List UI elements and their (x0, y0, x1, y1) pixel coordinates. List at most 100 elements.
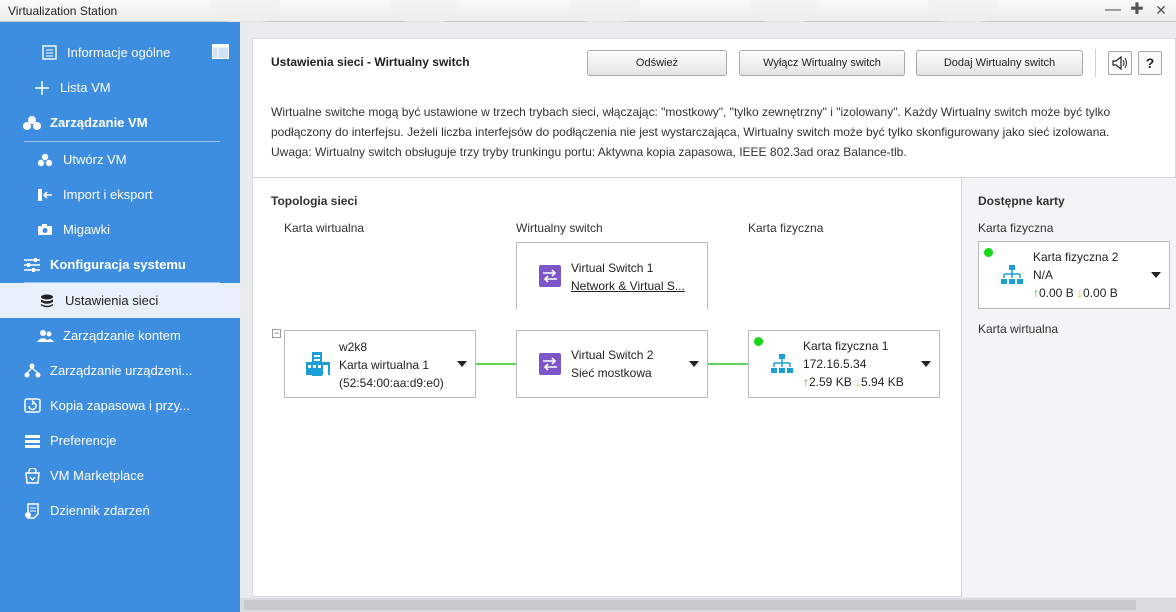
sidebar-item-label: Preferencje (50, 433, 117, 448)
switch-name: Virtual Switch 1 (571, 261, 654, 275)
toolbar-divider (1095, 49, 1096, 77)
speaker-button[interactable] (1108, 51, 1132, 75)
available-physical-adapter-card[interactable]: Karta fizyczna 2 N/A ↑0.00 B ↓0.00 B (978, 241, 1170, 309)
sidebar-item-label: Zarządzanie VM (50, 115, 148, 130)
upload-value: 0.00 B (1039, 286, 1074, 300)
sidebar-item-import-export[interactable]: Import i eksport (0, 177, 240, 212)
column-virtual-switch: Wirtualny switch (516, 221, 603, 235)
window-title: Virtualization Station (8, 4, 118, 18)
ip-address: 172.16.5.34 (803, 357, 867, 371)
ip-address: N/A (1033, 268, 1054, 282)
switch-name: Virtual Switch 2 (571, 348, 654, 362)
background-app-icon (210, 0, 280, 22)
sidebar-item-network-settings[interactable]: Ustawienia sieci (0, 283, 240, 318)
connection-line (476, 363, 516, 365)
help-button[interactable]: ? (1138, 51, 1162, 75)
chevron-down-icon[interactable] (921, 361, 931, 367)
status-dot (754, 337, 763, 346)
maximize-button[interactable]: ✚ (1126, 0, 1148, 22)
marketplace-icon (23, 467, 41, 485)
add-virtual-switch-button[interactable]: Dodaj Wirtualny switch (916, 50, 1083, 76)
sidebar-item-label: VM Marketplace (50, 468, 144, 483)
physical-adapter-name: Karta fizyczna 2 (1033, 250, 1119, 264)
sliders-icon (23, 256, 41, 274)
physical-adapter-name: Karta fizyczna 1 (803, 339, 889, 353)
virtual-adapter-name: Karta wirtualna 1 (339, 358, 430, 372)
log-icon (23, 502, 41, 520)
topology-title: Topologia sieci (271, 194, 358, 208)
sidebar-item-snapshots[interactable]: Migawki (0, 212, 240, 247)
horizontal-scrollbar[interactable] (240, 598, 1176, 612)
chevron-down-icon[interactable] (457, 361, 467, 367)
switch-icon (539, 265, 561, 287)
main-panel: Ustawienia sieci - Wirtualny switch Odśw… (252, 38, 1176, 597)
description-line: Uwaga: Wirtualny switch obsługuje trzy t… (271, 145, 907, 159)
sidebar-item-vm-marketplace[interactable]: VM Marketplace (0, 458, 240, 493)
chevron-down-icon[interactable] (1151, 272, 1161, 278)
users-icon (36, 327, 54, 345)
sidebar-item-event-log[interactable]: Dziennik zdarzeń (0, 493, 240, 528)
network-icon (1001, 265, 1023, 284)
description: Wirtualne switche mogą być ustawione w t… (271, 102, 1161, 162)
close-button[interactable]: ✕ (1150, 0, 1172, 22)
column-physical-adapter: Karta fizyczna (748, 221, 824, 235)
sidebar-item-label: Zarządzanie urządzeni... (50, 363, 193, 378)
sidebar-item-create-vm[interactable]: Utwórz VM (0, 142, 240, 177)
sidebar-item-label: Import i eksport (63, 187, 153, 202)
import-export-icon (36, 186, 54, 204)
virtual-switch-card[interactable]: Virtual Switch 2 Sieć mostkowa (516, 330, 708, 398)
background-app-icon (928, 0, 998, 22)
sidebar-item-overview[interactable]: Informacje ogólne (0, 35, 240, 70)
disable-virtual-switch-button[interactable]: Wyłącz Wirtualny switch (739, 50, 905, 76)
chevron-down-icon[interactable] (689, 361, 699, 367)
download-value: 5.94 KB (861, 375, 904, 389)
sidebar-item-vm-management[interactable]: Zarządzanie VM (0, 105, 240, 140)
description-line: podłączony do interfejsu. Jeżeli liczba … (271, 125, 1110, 139)
collapse-toggle[interactable]: − (272, 329, 281, 338)
network-icon (771, 354, 793, 373)
virtual-machine-icon (306, 352, 330, 376)
title-bar: Virtualization Station — ✚ ✕ (0, 0, 1176, 22)
download-value: 0.00 B (1083, 286, 1118, 300)
page-title: Ustawienia sieci - Wirtualny switch (271, 55, 470, 69)
virtual-switch-card[interactable]: Virtual Switch 1 Network & Virtual S... (516, 242, 708, 309)
available-adapters-panel: Dostępne karty Karta fizyczna Karta fizy… (961, 178, 1176, 597)
sidebar-item-vm-list[interactable]: Lista VM (0, 70, 240, 105)
sidebar-item-label: Informacje ogólne (67, 45, 171, 60)
column-virtual-adapter: Karta wirtualna (284, 221, 365, 235)
sidebar-item-preferences[interactable]: Preferencje (0, 423, 240, 458)
sidebar-item-backup-restore[interactable]: Kopia zapasowa i przy... (0, 388, 240, 423)
sidebar-item-label: Konfiguracja systemu (50, 257, 186, 272)
switch-mode: Sieć mostkowa (571, 366, 652, 380)
sidebar-item-label: Kopia zapasowa i przy... (50, 398, 190, 413)
description-line: Wirtualne switche mogą być ustawione w t… (271, 105, 1111, 119)
traffic-stats: ↑0.00 B ↓0.00 B (1033, 286, 1118, 300)
traffic-stats: ↑2.59 KB ↓5.94 KB (803, 375, 904, 389)
refresh-button[interactable]: Odśwież (587, 50, 727, 76)
sidebar-item-label: Utwórz VM (63, 152, 127, 167)
minimize-button[interactable]: — (1102, 0, 1124, 22)
sidebar-item-device-management[interactable]: Zarządzanie urządzeni... (0, 353, 240, 388)
physical-adapter-card[interactable]: Karta fizyczna 1 172.16.5.34 ↑2.59 KB ↓5… (748, 330, 940, 398)
camera-icon (36, 221, 54, 239)
connection-line (708, 363, 748, 365)
sidebar-item-account-management[interactable]: Zarządzanie kontem (0, 318, 240, 353)
vm-name: w2k8 (339, 340, 368, 354)
virtual-adapter-card[interactable]: w2k8 Karta wirtualna 1 (52:54:00:aa:d9:e… (284, 330, 476, 398)
physical-adapters-label: Karta fizyczna (978, 221, 1054, 235)
overview-icon (40, 44, 58, 62)
sidebar-item-label: Dziennik zdarzeń (50, 503, 150, 518)
status-dot (984, 248, 993, 257)
sidebar-item-label: Zarządzanie kontem (63, 328, 181, 343)
device-icon (23, 362, 41, 380)
database-icon (38, 292, 56, 310)
virtual-adapters-label: Karta wirtualna (978, 322, 1059, 336)
preferences-icon (23, 432, 41, 450)
sidebar-item-system-config[interactable]: Konfiguracja systemu (0, 247, 240, 282)
vm-management-icon (23, 114, 41, 132)
mac-address: (52:54:00:aa:d9:e0) (339, 376, 444, 390)
scrollbar-thumb[interactable] (244, 600, 1136, 610)
sidebar-item-label: Ustawienia sieci (65, 293, 159, 308)
sidebar-item-label: Migawki (63, 222, 110, 237)
switch-network-link[interactable]: Network & Virtual S... (571, 279, 685, 293)
